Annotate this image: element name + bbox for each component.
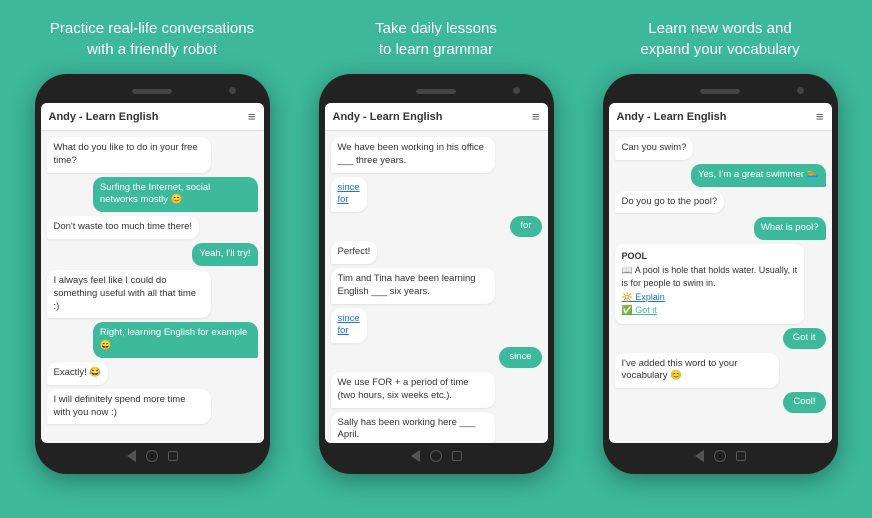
recents-button-icon bbox=[168, 451, 178, 461]
msg-p1-5: I always feel like I could do something … bbox=[47, 270, 212, 318]
msg-p2-ans1: for bbox=[510, 216, 541, 237]
msg-p3-1: Can you swim? bbox=[615, 137, 694, 160]
camera-icon bbox=[229, 87, 236, 94]
phone-3: Andy - Learn English ≡ Can you swim? Yes… bbox=[603, 74, 838, 474]
vocab-explain-link: 🔆 Explain bbox=[622, 291, 798, 305]
phone-1-header: Andy - Learn English ≡ bbox=[41, 103, 264, 131]
msg-p3-7: Cool! bbox=[783, 392, 825, 413]
speaker-icon-2 bbox=[416, 89, 456, 94]
phone-3-header: Andy - Learn English ≡ bbox=[609, 103, 832, 131]
phone-2: Andy - Learn English ≡ We have been work… bbox=[319, 74, 554, 474]
home-button-icon bbox=[146, 450, 158, 462]
hamburger-icon-2: ≡ bbox=[532, 109, 540, 124]
phone-3-bottom-bar bbox=[609, 446, 832, 466]
msg-p2-ans2: since bbox=[499, 347, 541, 368]
phones-row: Andy - Learn English ≡ What do you like … bbox=[10, 74, 862, 474]
msg-p3-2: Yes, I'm a great swimmer 🏊 bbox=[691, 164, 825, 187]
phone-1-chat: What do you like to do in your free time… bbox=[41, 131, 264, 443]
msg-p2-4: We use FOR + a period of time (two hours… bbox=[331, 372, 496, 408]
phone-3-screen: Andy - Learn English ≡ Can you swim? Yes… bbox=[609, 103, 832, 443]
back-button-icon bbox=[127, 450, 136, 462]
speaker-icon bbox=[132, 89, 172, 94]
camera-icon-2 bbox=[513, 87, 520, 94]
msg-p3-4: What is pool? bbox=[754, 217, 826, 240]
back-button-icon-2 bbox=[411, 450, 420, 462]
msg-p2-5: Sally has been working here ___ April. bbox=[331, 412, 496, 443]
msg-p2-1: We have been working in his office ___ t… bbox=[331, 137, 496, 173]
hamburger-icon: ≡ bbox=[248, 109, 256, 124]
phone-3-chat: Can you swim? Yes, I'm a great swimmer 🏊… bbox=[609, 131, 832, 443]
phone-1-screen: Andy - Learn English ≡ What do you like … bbox=[41, 103, 264, 443]
msg-p1-4: Yeah, I'll try! bbox=[192, 243, 257, 266]
msg-p2-2: Perfect! bbox=[331, 241, 378, 264]
back-button-icon-3 bbox=[695, 450, 704, 462]
phone-1-top-bar bbox=[41, 82, 264, 100]
recents-button-icon-2 bbox=[452, 451, 462, 461]
msg-p3-3: Do you go to the pool? bbox=[615, 191, 725, 214]
msg-p1-6: Right, learning English for example 😄 bbox=[93, 322, 258, 358]
vocab-block: POOL 📖 A pool is hole that holds water. … bbox=[615, 244, 805, 324]
recents-button-icon-3 bbox=[736, 451, 746, 461]
captions-row: Practice real-life conversations with a … bbox=[10, 18, 862, 60]
caption-2: Take daily lessons to learn grammar bbox=[306, 18, 566, 60]
home-button-icon-2 bbox=[430, 450, 442, 462]
msg-p2-link2: sincefor bbox=[331, 308, 367, 344]
phone-1-title: Andy - Learn English bbox=[49, 111, 159, 123]
vocab-gotit-link: ✅ Got it bbox=[622, 304, 798, 318]
msg-p1-3: Don't waste too much time there! bbox=[47, 216, 200, 239]
caption-3: Learn new words and expand your vocabula… bbox=[590, 18, 850, 60]
phone-2-top-bar bbox=[325, 82, 548, 100]
msg-p3-5: Got it bbox=[783, 328, 826, 349]
phone-2-bottom-bar bbox=[325, 446, 548, 466]
msg-p1-2: Surfing the Internet, social networks mo… bbox=[93, 177, 258, 213]
msg-p1-7: Exactly! 😂 bbox=[47, 362, 109, 385]
vocab-word: POOL bbox=[622, 250, 798, 264]
msg-p2-3: Tim and Tina have been learning English … bbox=[331, 268, 496, 304]
phone-2-screen: Andy - Learn English ≡ We have been work… bbox=[325, 103, 548, 443]
phone-2-title: Andy - Learn English bbox=[333, 111, 443, 123]
phone-1-bottom-bar bbox=[41, 446, 264, 466]
hamburger-icon-3: ≡ bbox=[816, 109, 824, 124]
phone-3-top-bar bbox=[609, 82, 832, 100]
msg-p1-1: What do you like to do in your free time… bbox=[47, 137, 212, 173]
phone-2-chat: We have been working in his office ___ t… bbox=[325, 131, 548, 443]
phone-2-header: Andy - Learn English ≡ bbox=[325, 103, 548, 131]
speaker-icon-3 bbox=[700, 89, 740, 94]
caption-1: Practice real-life conversations with a … bbox=[22, 18, 282, 60]
msg-p1-8: I will definitely spend more time with y… bbox=[47, 389, 212, 425]
phone-1: Andy - Learn English ≡ What do you like … bbox=[35, 74, 270, 474]
camera-icon-3 bbox=[797, 87, 804, 94]
home-button-icon-3 bbox=[714, 450, 726, 462]
msg-p2-link1: sincefor bbox=[331, 177, 367, 213]
phone-3-title: Andy - Learn English bbox=[617, 111, 727, 123]
vocab-definition: 📖 A pool is hole that holds water. Usual… bbox=[622, 264, 798, 291]
msg-p3-6: I've added this word to your vocabulary … bbox=[615, 353, 780, 389]
